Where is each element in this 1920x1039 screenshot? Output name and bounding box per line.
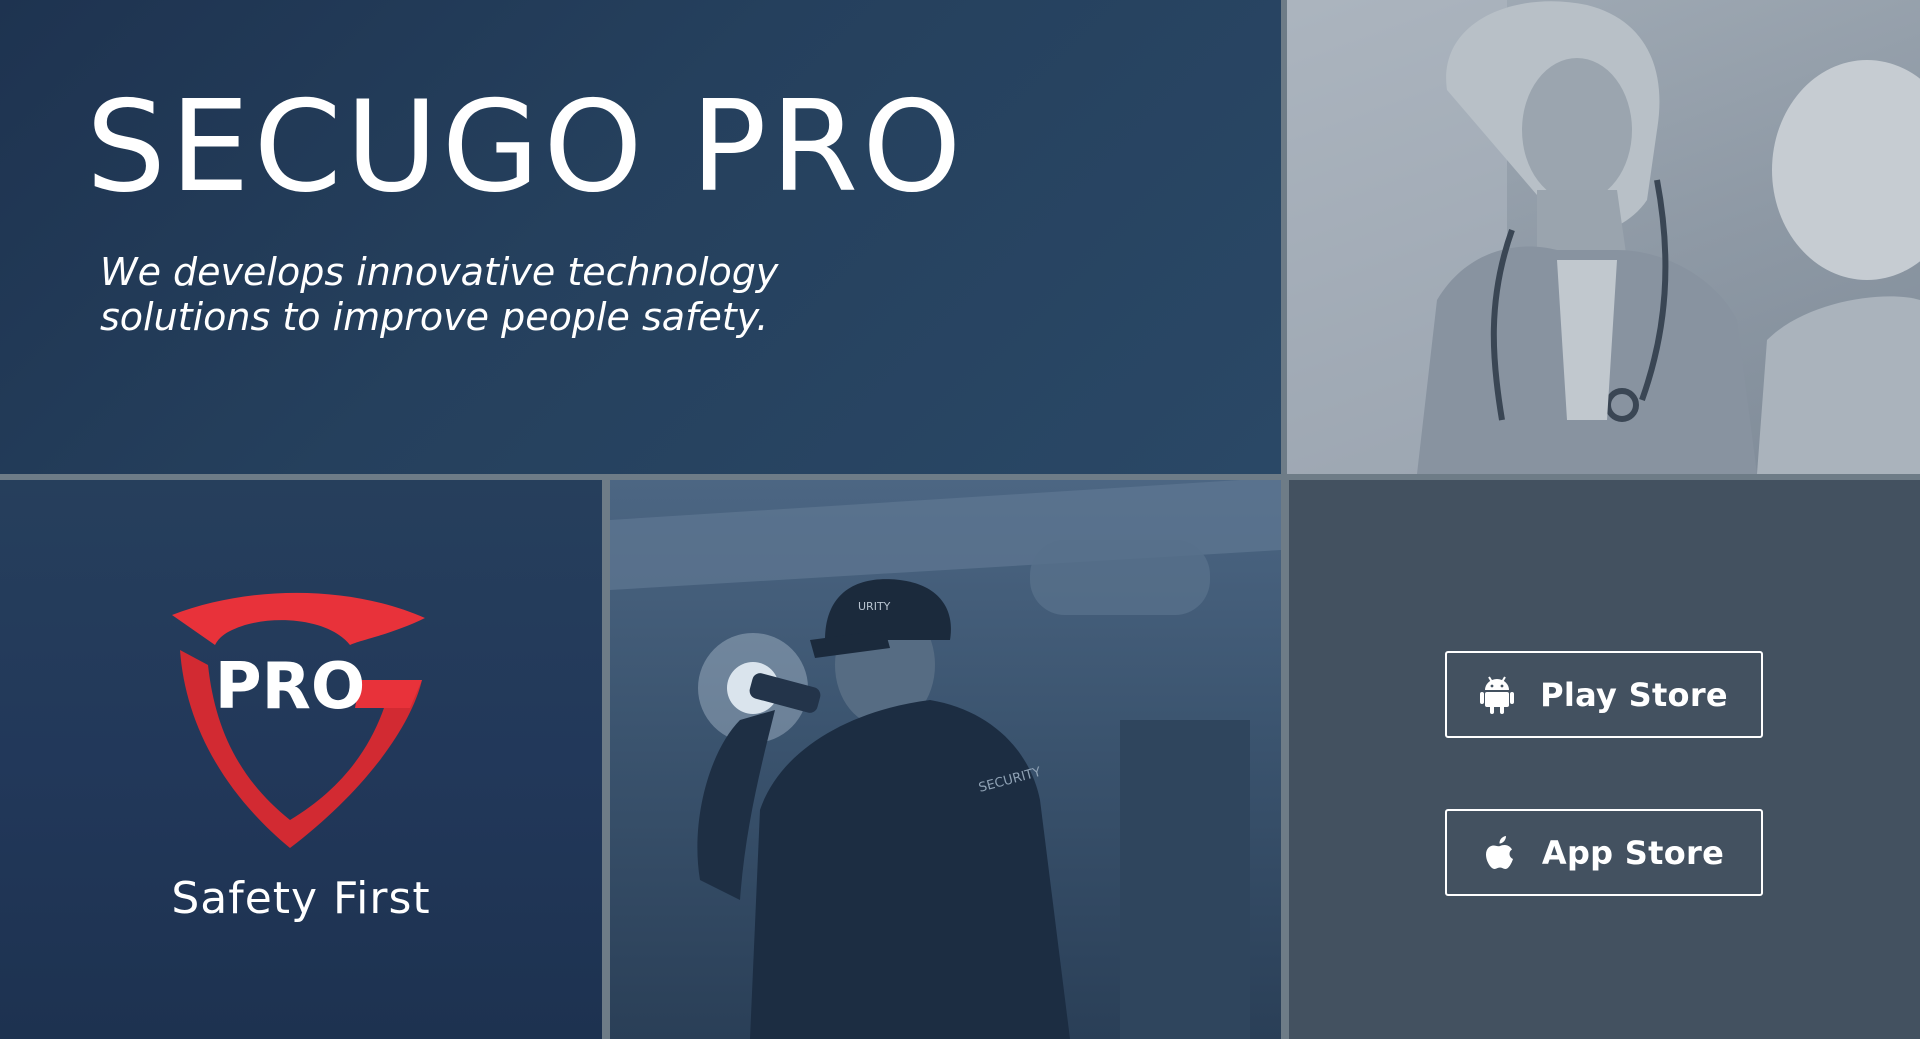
landing-page: SECUGO PRO We develops innovative techno… [0,0,1920,1039]
hero-tagline-line-1: We develops innovative technology [100,250,779,294]
play-store-label: Play Store [1540,675,1728,714]
app-store-label: App Store [1541,833,1725,872]
app-store-button[interactable]: App Store [1445,809,1763,896]
logo-panel: PRO Safety First [0,480,602,1039]
hero-title: SECUGO PRO [86,73,966,220]
hero-banner: SECUGO PRO We develops innovative techno… [0,0,1281,474]
secugo-pro-logo: PRO [172,592,425,848]
android-icon [1480,675,1515,715]
apple-icon [1484,834,1516,872]
play-store-button[interactable]: Play Store [1445,651,1763,738]
security-guard-illustration: URITY SECURITY [610,480,1281,1039]
nurse-photo [1287,0,1920,474]
security-guard-photo: URITY SECURITY [610,480,1281,1039]
hero-tagline: We develops innovative technology soluti… [100,250,860,340]
hero-tagline-line-2: solutions to improve people safety. [100,295,769,339]
logo-tagline: Safety First [171,873,431,924]
nurse-illustration [1287,0,1920,474]
cap-text: URITY [858,600,891,613]
app-store-panel: Play Store App Store [1289,480,1920,1039]
logo-mark-text: PRO [215,650,366,724]
